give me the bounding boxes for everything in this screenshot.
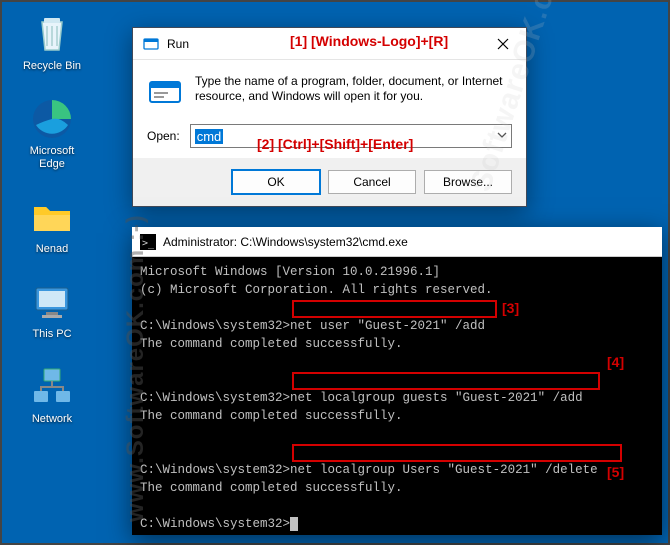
cancel-button[interactable]: Cancel (328, 170, 416, 194)
cmd-icon: >_ (140, 234, 156, 250)
ok-button[interactable]: OK (232, 170, 320, 194)
svg-text:>_: >_ (142, 238, 155, 249)
run-dialog: Run Type the name of a program, folder, … (132, 27, 527, 207)
term-line: The command completed successfully. (140, 481, 403, 495)
desktop-icon-label: This PC (13, 328, 91, 341)
open-input-value: cmd (195, 129, 224, 144)
run-titlebar[interactable]: Run (133, 28, 526, 60)
run-title-icon (143, 36, 159, 52)
terminal-titlebar[interactable]: >_ Administrator: C:\Windows\system32\cm… (132, 227, 662, 257)
term-line: The command completed successfully. (140, 337, 403, 351)
folder-icon (30, 195, 74, 239)
terminal-window: >_ Administrator: C:\Windows\system32\cm… (132, 227, 662, 535)
terminal-body[interactable]: Microsoft Windows [Version 10.0.21996.1]… (132, 257, 662, 539)
network-icon (30, 365, 74, 409)
term-prompt: C:\Windows\system32> (140, 391, 290, 405)
term-line: The command completed successfully. (140, 409, 403, 423)
desktop-icon-recycle-bin[interactable]: Recycle Bin (13, 12, 91, 73)
open-combobox[interactable]: cmd (190, 124, 512, 148)
open-label: Open: (147, 129, 180, 143)
browse-button[interactable]: Browse... (424, 170, 512, 194)
close-icon (497, 38, 509, 50)
this-pc-icon (30, 280, 74, 324)
desktop-icon-label: Recycle Bin (13, 60, 91, 73)
run-button-row: OK Cancel Browse... (133, 158, 526, 206)
desktop-icon-network[interactable]: Network (13, 365, 91, 426)
edge-icon (30, 97, 74, 141)
terminal-title-text: Administrator: C:\Windows\system32\cmd.e… (163, 235, 408, 249)
chevron-down-icon[interactable] (497, 128, 507, 143)
term-cmd-2: net localgroup guests "Guest-2021" /add (290, 391, 583, 405)
desktop-icon-label: Network (13, 413, 91, 426)
desktop-icon-edge[interactable]: Microsoft Edge (13, 97, 91, 171)
term-prompt: C:\Windows\system32> (140, 319, 290, 333)
term-line: (c) Microsoft Corporation. All rights re… (140, 283, 493, 297)
run-description: Type the name of a program, folder, docu… (195, 74, 512, 110)
desktop-icon-label: Microsoft Edge (13, 145, 91, 171)
terminal-cursor (290, 517, 298, 531)
term-line: Microsoft Windows [Version 10.0.21996.1] (140, 265, 440, 279)
desktop-icon-this-pc[interactable]: This PC (13, 280, 91, 341)
desktop-icons: Recycle Bin Microsoft Edge Nenad This PC… (2, 2, 102, 450)
run-app-icon (147, 74, 183, 110)
desktop-icon-nenad[interactable]: Nenad (13, 195, 91, 256)
term-cmd-3: net localgroup Users "Guest-2021" /delet… (290, 463, 598, 477)
term-prompt: C:\Windows\system32> (140, 463, 290, 477)
desktop-icon-label: Nenad (13, 243, 91, 256)
term-cmd-1: net user "Guest-2021" /add (290, 319, 485, 333)
recycle-bin-icon (30, 12, 74, 56)
run-title-text: Run (167, 37, 480, 51)
close-button[interactable] (480, 28, 526, 60)
run-body: Type the name of a program, folder, docu… (133, 60, 526, 158)
term-prompt: C:\Windows\system32> (140, 517, 290, 531)
